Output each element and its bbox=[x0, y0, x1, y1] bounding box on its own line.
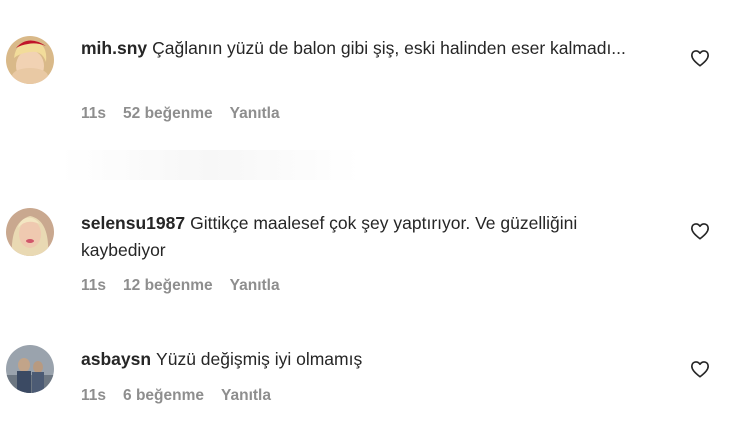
comment-meta: 11s 12 beğenme Yanıtla bbox=[81, 277, 297, 295]
comment-meta: 11s 52 beğenme Yanıtla bbox=[81, 105, 297, 123]
comment-time: 11s bbox=[81, 105, 107, 122]
comment-username[interactable]: asbaysn bbox=[81, 349, 151, 369]
avatar-image bbox=[6, 208, 54, 256]
avatar-image bbox=[6, 345, 54, 393]
comment-meta: 11s 6 beğenme Yanıtla bbox=[81, 387, 288, 405]
heart-outline-icon[interactable] bbox=[690, 360, 710, 378]
comment-time: 11s bbox=[81, 277, 107, 294]
comment-username[interactable]: selensu1987 bbox=[81, 213, 185, 233]
blur-artifact bbox=[60, 150, 360, 180]
avatar-image bbox=[6, 36, 54, 84]
comment-username[interactable]: mih.sny bbox=[81, 38, 147, 58]
reply-button[interactable]: Yanıtla bbox=[230, 105, 280, 122]
avatar[interactable] bbox=[6, 208, 54, 256]
comment-text-block: selensu1987 Gittikçe maalesef çok şey yap… bbox=[81, 210, 661, 264]
avatar[interactable] bbox=[6, 345, 54, 393]
heart-outline-icon[interactable] bbox=[690, 49, 710, 67]
comment-likes[interactable]: 52 beğenme bbox=[123, 105, 213, 122]
comment-text: Çağlanın yüzü de balon gibi şiş, eski ha… bbox=[152, 38, 626, 58]
comment-likes[interactable]: 6 beğenme bbox=[123, 387, 204, 404]
comment-likes[interactable]: 12 beğenme bbox=[123, 277, 213, 294]
reply-button[interactable]: Yanıtla bbox=[230, 277, 280, 294]
comment-time: 11s bbox=[81, 387, 107, 404]
avatar[interactable] bbox=[6, 36, 54, 84]
comment-text: Yüzü değişmiş iyi olmamış bbox=[156, 349, 363, 369]
comment-text-block: asbaysn Yüzü değişmiş iyi olmamış bbox=[81, 346, 661, 373]
comment-text-block: mih.sny Çağlanın yüzü de balon gibi şiş, … bbox=[81, 35, 661, 62]
heart-outline-icon[interactable] bbox=[690, 222, 710, 240]
reply-button[interactable]: Yanıtla bbox=[221, 387, 271, 404]
